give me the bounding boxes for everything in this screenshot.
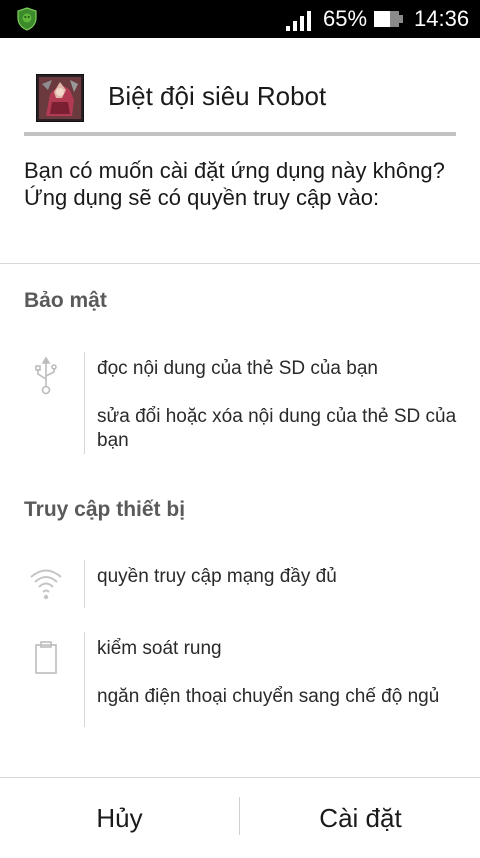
- status-time: 14:36: [414, 6, 470, 31]
- signal-icon: [286, 11, 311, 31]
- permission-item: sửa đổi hoặc xóa nội dung của thẻ SD của…: [97, 406, 457, 451]
- install-button[interactable]: Cài đặt: [241, 778, 480, 854]
- button-separator: [239, 797, 240, 835]
- shield-notification-icon: [17, 7, 37, 31]
- app-title: Biệt đội siêu Robot: [108, 81, 327, 111]
- status-bar: 65% 14:36: [0, 0, 480, 38]
- wifi-icon: [30, 569, 62, 600]
- clipboard-icon: [35, 641, 57, 674]
- section-title-device-access: Truy cập thiết bị: [24, 498, 186, 521]
- cancel-button[interactable]: Hủy: [0, 778, 239, 854]
- permission-item: kiểm soát rung: [97, 638, 222, 659]
- header-divider: [24, 132, 456, 136]
- permission-divider: [84, 632, 85, 727]
- install-prompt: Bạn có muốn cài đặt ứng dụng này không? …: [24, 158, 445, 210]
- battery-percent: 65%: [323, 6, 368, 31]
- prompt-divider: [0, 263, 480, 264]
- permission-divider: [84, 352, 85, 454]
- permission-item: quyền truy cập mạng đầy đủ: [97, 566, 337, 587]
- permission-item: đọc nội dung của thẻ SD của bạn: [97, 358, 378, 379]
- usb-icon: [35, 357, 57, 395]
- permission-divider: [84, 560, 85, 608]
- section-title-security: Bảo mật: [24, 289, 107, 312]
- permission-item: ngăn điện thoại chuyển sang chế độ ngủ: [97, 686, 440, 707]
- app-robot-icon: [36, 74, 84, 122]
- battery-icon: [374, 11, 403, 27]
